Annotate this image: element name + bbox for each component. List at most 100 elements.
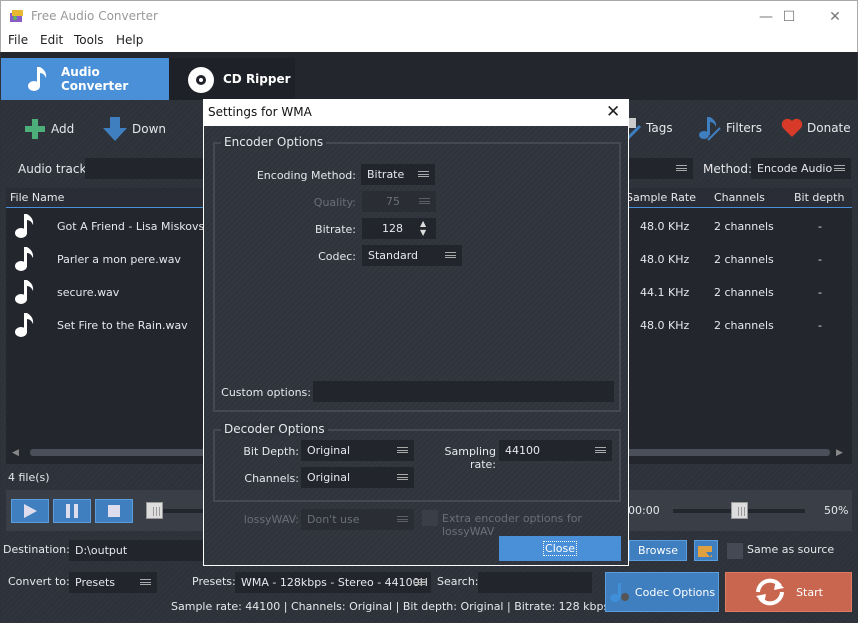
destination-input[interactable]: D:\output	[69, 540, 209, 561]
plus-icon	[25, 119, 45, 139]
file-name: secure.wav	[57, 286, 120, 299]
sampling-rate-select[interactable]: 44100	[499, 440, 612, 461]
volume-thumb[interactable]	[731, 502, 748, 519]
down-button[interactable]: Down	[102, 116, 166, 142]
file-name: Got A Friend - Lisa Miskovsky	[57, 220, 217, 233]
seek-thumb[interactable]	[146, 502, 163, 519]
presets-select[interactable]: WMA - 128kbps - Stereo - 44100H	[235, 572, 431, 593]
bit-depth: -	[818, 253, 822, 266]
start-button[interactable]: Start	[725, 572, 852, 612]
codec-options-button[interactable]: Codec Options	[605, 572, 719, 612]
dropdown-icon	[140, 579, 151, 585]
dialog-close-icon[interactable]: ✕	[606, 102, 620, 122]
dropdown-icon	[676, 165, 687, 171]
pause-button[interactable]	[53, 499, 91, 523]
column-bit-depth[interactable]: Bit depth	[794, 191, 844, 204]
donate-button[interactable]: Donate	[781, 118, 851, 138]
stop-button[interactable]	[95, 499, 133, 523]
bit-depth: -	[818, 286, 822, 299]
lossywav-extra-checkbox	[422, 510, 438, 526]
tags-button[interactable]: Tags	[626, 116, 673, 140]
dropdown-icon	[445, 252, 456, 258]
pause-icon	[66, 504, 78, 518]
column-sample-rate[interactable]: Sample Rate	[626, 191, 696, 204]
dropdown-icon	[595, 447, 606, 453]
codec-select[interactable]: Standard	[362, 245, 462, 266]
bit-depth: -	[818, 220, 822, 233]
same-as-source-label: Same as source	[747, 543, 835, 556]
menu-file[interactable]: File	[8, 33, 28, 47]
filters-icon	[699, 117, 721, 141]
channels-label: Channels:	[244, 472, 299, 485]
menu-edit[interactable]: Edit	[40, 33, 63, 47]
dialog-title: Settings for WMA	[208, 105, 312, 119]
tags-label: Tags	[646, 121, 673, 135]
add-label: Add	[51, 122, 75, 136]
audio-track-label: Audio track:	[18, 162, 91, 176]
dropdown-icon	[418, 171, 429, 177]
tab-cd-ripper[interactable]: CD Ripper	[169, 58, 295, 100]
settings-dialog: Settings for WMA ✕ Encoder Options Encod…	[203, 99, 629, 566]
channels-select[interactable]: Original	[301, 467, 414, 488]
title-bar: Free Audio Converter — ☐ ✕	[0, 0, 858, 31]
window-title: Free Audio Converter	[31, 9, 158, 23]
bitrate-label: Bitrate:	[315, 223, 356, 236]
encoder-options-group: Encoder Options Encoding Method: Bitrate…	[213, 135, 621, 412]
codec-value: Standard	[368, 249, 419, 262]
tab-audio-converter[interactable]: Audio Converter	[1, 58, 169, 100]
column-channels[interactable]: Channels	[714, 191, 765, 204]
add-button[interactable]: Add	[24, 118, 74, 140]
menu-tools[interactable]: Tools	[74, 33, 104, 47]
down-label: Down	[132, 122, 167, 136]
bitrate-spinner[interactable]: 128 ▲ ▼	[362, 218, 436, 239]
close-button[interactable]: ✕	[812, 1, 858, 32]
music-note-icon	[15, 313, 34, 337]
encoding-method-value: Bitrate	[367, 168, 405, 181]
dialog-title-bar: Settings for WMA ✕	[204, 100, 628, 126]
custom-options-label: Custom options:	[221, 386, 311, 399]
start-label: Start	[796, 585, 823, 599]
dropdown-icon	[397, 474, 408, 480]
channels: 2 channels	[714, 319, 774, 332]
file-name: Set Fire to the Rain.wav	[57, 319, 188, 332]
encoding-method-select[interactable]: Bitrate	[361, 164, 435, 185]
menu-bar: File Edit Tools Help	[0, 31, 858, 52]
close-icon: ✕	[829, 8, 841, 25]
tab-label: Audio Converter	[61, 65, 129, 93]
scroll-left-icon[interactable]: ◀	[12, 448, 19, 458]
convert-to-value: Presets	[75, 576, 116, 589]
spinner-arrows-icon[interactable]: ▲ ▼	[420, 219, 426, 237]
search-input[interactable]	[478, 572, 592, 593]
volume-label: 50%	[824, 504, 849, 517]
bit-depth: -	[818, 319, 822, 332]
browse-button[interactable]: Browse	[629, 540, 687, 561]
sample-rate: 44.1 KHz	[640, 286, 690, 299]
custom-options-input[interactable]	[313, 381, 614, 402]
dropdown-icon	[834, 165, 845, 171]
play-button[interactable]	[11, 499, 49, 523]
codec-options-label: Codec Options	[634, 585, 716, 599]
dialog-close-button[interactable]: Close	[499, 536, 621, 561]
method-select[interactable]: Encode Audio	[751, 158, 851, 179]
convert-to-label: Convert to:	[8, 575, 70, 588]
convert-to-select[interactable]: Presets	[69, 572, 157, 593]
arrow-down-icon	[103, 117, 127, 141]
destination-value: D:\output	[75, 544, 128, 557]
filters-button[interactable]: Filters	[698, 115, 762, 141]
bit-depth-label: Bit Depth:	[243, 445, 299, 458]
menu-help[interactable]: Help	[116, 33, 143, 47]
open-folder-button[interactable]	[694, 540, 718, 561]
maximize-button[interactable]: ☐	[766, 1, 812, 32]
column-file-name[interactable]: File Name	[10, 191, 64, 204]
encoder-group-title: Encoder Options	[221, 135, 327, 149]
heart-icon	[781, 118, 803, 137]
play-icon	[24, 504, 37, 518]
music-note-icon	[28, 67, 47, 91]
scroll-right-icon[interactable]: ▶	[836, 448, 843, 458]
quality-label: Quality:	[313, 196, 356, 209]
bit-depth-select[interactable]: Original	[301, 440, 414, 461]
same-as-source-checkbox[interactable]	[727, 543, 743, 559]
file-name: Parler a mon pere.wav	[57, 253, 181, 266]
sample-rate: 48.0 KHz	[640, 253, 690, 266]
quality-value: 75	[386, 195, 400, 208]
